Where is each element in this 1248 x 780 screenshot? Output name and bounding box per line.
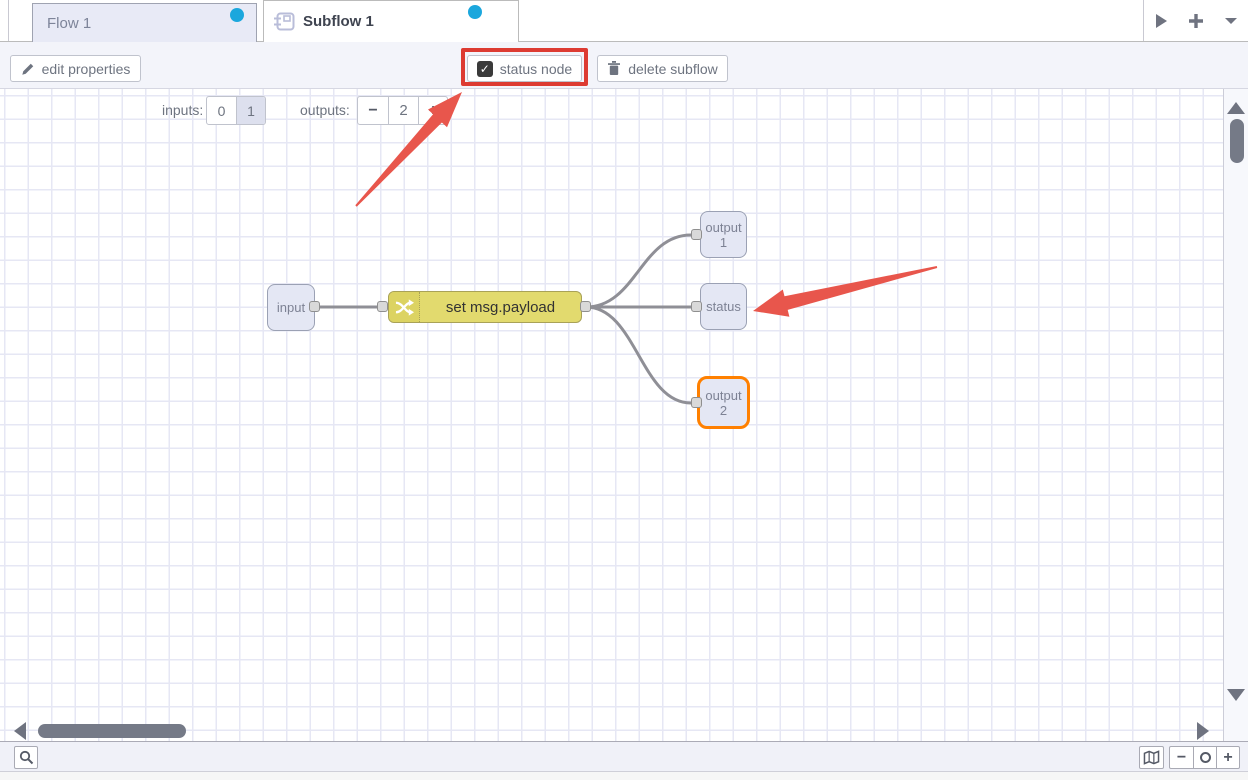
horizontal-scroll-thumb[interactable] (38, 724, 186, 738)
status-node-toggle-button[interactable]: ✓ status node (467, 55, 582, 82)
add-tab-icon[interactable] (1185, 10, 1207, 32)
bottom-edge-strip (0, 771, 1248, 780)
change-node-icon-section (389, 292, 420, 322)
zoom-reset-button[interactable] (1193, 747, 1216, 768)
navigator-toggle-button[interactable] (1139, 746, 1164, 769)
node-subflow-input[interactable]: input (267, 284, 315, 331)
pencil-icon (21, 62, 35, 76)
port-output-2-in[interactable] (691, 397, 702, 408)
tab-modified-dot (230, 8, 244, 22)
vertical-scroll-thumb[interactable] (1230, 119, 1244, 163)
outputs-stepper: − 2 + (357, 96, 448, 125)
scroll-up-arrow[interactable] (1227, 102, 1245, 114)
horizontal-scrollbar (0, 722, 1223, 740)
edit-properties-button[interactable]: edit properties (10, 55, 141, 82)
node-subflow-output-2[interactable]: output 2 (697, 376, 750, 429)
port-status-in[interactable] (691, 301, 702, 312)
flow-canvas[interactable] (0, 89, 1223, 741)
status-node-checkbox[interactable]: ✓ (477, 61, 493, 77)
outputs-label: outputs: (300, 102, 350, 118)
node-subflow-status[interactable]: status (700, 283, 747, 330)
port-change-out[interactable] (580, 301, 591, 312)
tab-flow-1[interactable]: Flow 1 (32, 3, 257, 42)
tab-subflow-1-label: Subflow 1 (303, 13, 374, 30)
outputs-value: 2 (388, 97, 418, 124)
circle-icon (1200, 752, 1211, 763)
tab-bar-left-divider (8, 0, 9, 41)
zoom-controls: − + (1169, 746, 1240, 769)
zoom-out-button[interactable]: − (1170, 747, 1193, 768)
trash-icon (607, 61, 621, 76)
scroll-left-arrow[interactable] (14, 722, 26, 740)
inputs-option-1[interactable]: 1 (236, 97, 265, 124)
canvas-footer-bar: − + (0, 741, 1248, 771)
inputs-option-0[interactable]: 0 (207, 97, 236, 124)
subflow-toolbar: edit properties inputs: 0 1 outputs: − 2… (0, 42, 1248, 89)
subflow-editor-window: Flow 1 Subflow 1 (0, 0, 1248, 780)
expand-tabs-icon[interactable] (1150, 10, 1172, 32)
vertical-scrollbar (1223, 89, 1248, 741)
tab-bar-actions (1143, 0, 1248, 41)
port-change-in[interactable] (377, 301, 388, 312)
inputs-label: inputs: (162, 102, 203, 118)
edit-properties-label: edit properties (42, 61, 131, 77)
subflow-icon (274, 12, 295, 31)
map-icon (1143, 750, 1160, 765)
node-change-set-msg-payload[interactable]: set msg.payload (388, 291, 582, 323)
scroll-down-arrow[interactable] (1227, 689, 1245, 701)
shuffle-icon (395, 298, 414, 317)
workspace-tab-bar: Flow 1 Subflow 1 (0, 0, 1248, 42)
port-input-out[interactable] (309, 301, 320, 312)
inputs-toggle: 0 1 (206, 96, 266, 125)
search-flows-button[interactable] (14, 746, 38, 769)
node-subflow-output-1[interactable]: output 1 (700, 211, 747, 258)
port-output-1-in[interactable] (691, 229, 702, 240)
outputs-increment-button[interactable]: + (418, 97, 447, 124)
scroll-right-arrow[interactable] (1197, 722, 1209, 740)
status-node-label: status node (500, 61, 572, 77)
tab-modified-dot (468, 5, 482, 19)
tab-flow-1-label: Flow 1 (47, 15, 91, 32)
tab-subflow-1[interactable]: Subflow 1 (263, 0, 519, 42)
outputs-decrement-button[interactable]: − (358, 97, 388, 124)
search-icon (19, 750, 34, 765)
delete-subflow-button[interactable]: delete subflow (597, 55, 728, 82)
zoom-in-button[interactable]: + (1216, 747, 1239, 768)
tab-menu-chevron-icon[interactable] (1220, 10, 1242, 32)
change-node-label: set msg.payload (420, 299, 581, 316)
delete-subflow-label: delete subflow (628, 61, 718, 77)
